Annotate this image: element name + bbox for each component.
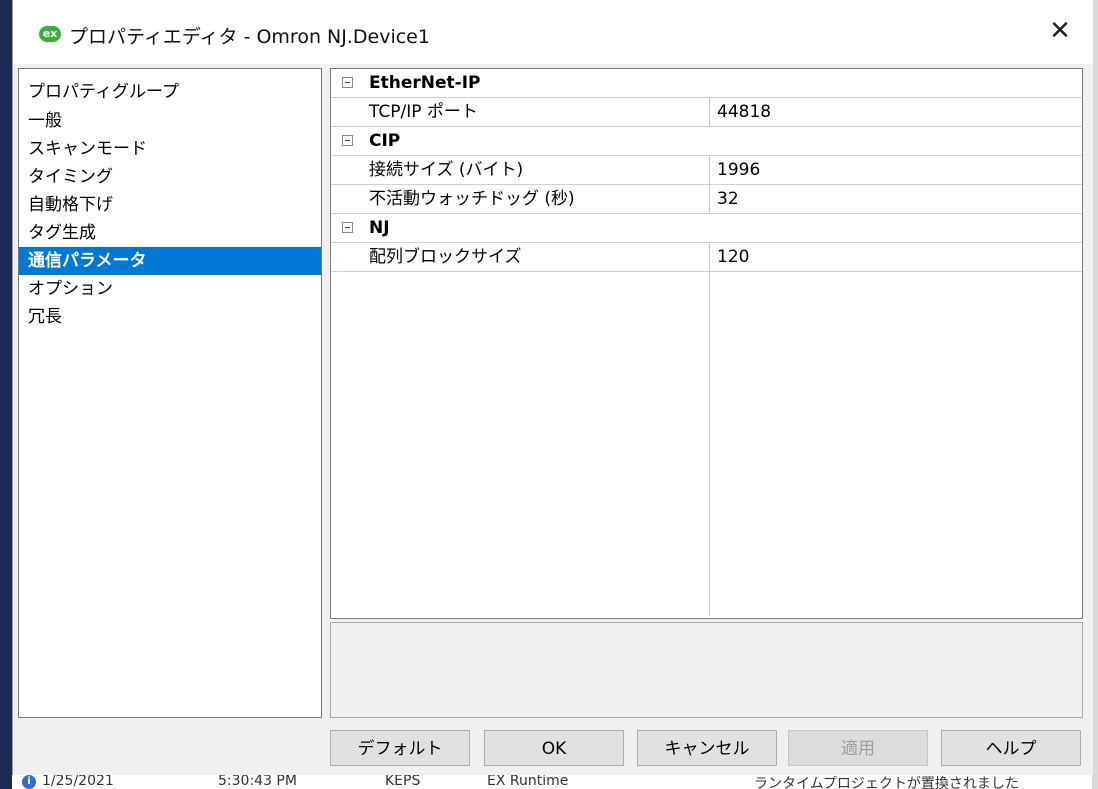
info-icon: i [22, 775, 36, 789]
help-button[interactable]: ヘルプ [941, 730, 1081, 766]
window-title: プロパティエディタ - Omron NJ.Device1 [69, 26, 430, 48]
close-button[interactable]: ✕ [1045, 16, 1075, 46]
property-name: TCP/IP ポート [369, 102, 478, 122]
ex-app-icon: ex [39, 26, 61, 42]
event-message: ランタイムプロジェクトが置換されました [754, 776, 1019, 789]
category-nj[interactable]: NJ [331, 214, 1082, 243]
title-bar[interactable]: ex プロパティエディタ - Omron NJ.Device1 ✕ [13, 0, 1093, 64]
group-item-general[interactable]: 一般 [19, 107, 321, 135]
event-source: EX Runtime [487, 775, 569, 789]
group-item-timing[interactable]: タイミング [19, 163, 321, 191]
property-row-array-block-size[interactable]: 配列ブロックサイズ 120 [331, 243, 1082, 272]
property-value[interactable]: 44818 [717, 98, 771, 126]
group-list-header: プロパティグループ [28, 82, 179, 102]
property-name: 接続サイズ (バイト) [369, 160, 524, 180]
collapse-icon[interactable] [342, 135, 353, 146]
group-item-redundancy[interactable]: 冗長 [19, 303, 321, 331]
property-description-panel [330, 622, 1083, 718]
group-item-tag-generation[interactable]: タグ生成 [19, 219, 321, 247]
event-user: KEPS [385, 775, 421, 789]
collapse-icon[interactable] [342, 77, 353, 88]
property-row-connection-size[interactable]: 接続サイズ (バイト) 1996 [331, 156, 1082, 185]
event-time: 5:30:43 PM [218, 775, 297, 789]
apply-button: 適用 [788, 730, 928, 766]
property-value[interactable]: 1996 [717, 156, 760, 184]
property-value[interactable]: 32 [717, 185, 739, 213]
property-name: 不活動ウォッチドッグ (秒) [369, 189, 575, 209]
category-cip[interactable]: CIP [331, 127, 1082, 156]
group-item-options[interactable]: オプション [19, 275, 321, 303]
property-grid: EtherNet-IP TCP/IP ポート 44818 CIP 接続サイズ (… [330, 68, 1083, 619]
category-label: EtherNet-IP [369, 73, 481, 93]
collapse-icon[interactable] [342, 222, 353, 233]
group-item-auto-demotion[interactable]: 自動格下げ [19, 191, 321, 219]
category-label: NJ [369, 218, 390, 238]
property-group-list[interactable]: プロパティグループ 一般 スキャンモード タイミング 自動格下げ タグ生成 通信… [18, 68, 322, 718]
category-ethernet-ip[interactable]: EtherNet-IP [331, 69, 1082, 98]
ok-button[interactable]: OK [484, 730, 624, 766]
property-value[interactable]: 120 [717, 243, 749, 271]
property-name: 配列ブロックサイズ [369, 247, 522, 267]
property-row-inactivity-watchdog[interactable]: 不活動ウォッチドッグ (秒) 32 [331, 185, 1082, 214]
group-item-communication-parameters[interactable]: 通信パラメータ [19, 247, 321, 275]
property-row-tcp-ip-port[interactable]: TCP/IP ポート 44818 [331, 98, 1082, 127]
default-button[interactable]: デフォルト [330, 730, 470, 766]
background-window-edge [0, 0, 12, 789]
background-event-log-row: i 1/25/2021 5:30:43 PM KEPS EX Runtime ラ… [12, 775, 1092, 789]
event-date: 1/25/2021 [42, 775, 114, 789]
cancel-button[interactable]: キャンセル [637, 730, 777, 766]
group-item-scan-mode[interactable]: スキャンモード [19, 135, 321, 163]
category-label: CIP [369, 131, 401, 151]
